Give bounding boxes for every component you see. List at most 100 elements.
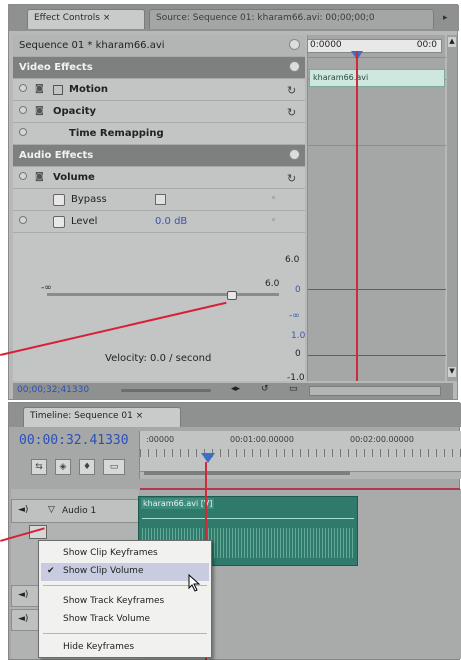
- keyframe-nav-icon[interactable]: ◦: [271, 216, 276, 226]
- ec-zoom-slider[interactable]: [121, 389, 211, 392]
- timeline-time-ruler[interactable]: :00000 00:01:00.00000 00:02:00.00000: [139, 431, 461, 479]
- menu-show-clip-volume[interactable]: ✔ Show Clip Volume: [41, 563, 209, 581]
- sequence-row: Sequence 01 * kharam66.avi: [13, 35, 305, 57]
- snap-icon[interactable]: ⇆: [31, 459, 47, 475]
- timeline-timecode[interactable]: 00:00:32.41330: [19, 433, 129, 448]
- value-zero-2: 0: [295, 349, 301, 359]
- reset-icon[interactable]: ↻: [287, 84, 296, 97]
- expand-triangle-icon[interactable]: [19, 84, 27, 92]
- value-1: 1.0: [291, 331, 306, 341]
- keyframe-context-menu: Show Clip Keyframes ✔ Show Clip Volume S…: [38, 540, 212, 658]
- value-zero: 0: [295, 285, 301, 295]
- timeline-playhead-marker-icon[interactable]: [201, 453, 215, 463]
- ec-clip-bar[interactable]: kharam66.avi: [309, 69, 445, 87]
- fx-icon[interactable]: ◙: [35, 84, 44, 94]
- stopwatch-icon[interactable]: [53, 216, 65, 228]
- level-slider-thumb[interactable]: [227, 291, 237, 300]
- collapse-triangle-icon[interactable]: [19, 172, 27, 180]
- menu-show-clip-keyframes[interactable]: Show Clip Keyframes: [41, 545, 209, 563]
- collapse-track-icon[interactable]: ▽: [48, 505, 55, 515]
- menu-show-track-volume[interactable]: Show Track Volume: [41, 611, 209, 629]
- menu-show-track-keyframes[interactable]: Show Track Keyframes: [41, 593, 209, 611]
- ec-horizontal-scrollbar[interactable]: [309, 386, 441, 396]
- sequence-marker-icon[interactable]: ▭: [103, 459, 125, 475]
- ruler-ticks: [140, 449, 461, 457]
- ec-time-value: 0:0000: [310, 40, 342, 50]
- tab-source-monitor[interactable]: Source: Sequence 01: kharam66.avi: 00;00…: [149, 9, 434, 29]
- mouse-pointer-icon: [188, 574, 201, 592]
- tab-effect-controls-label: Effect Controls: [34, 13, 100, 23]
- ec-current-timecode[interactable]: 00;00;32;41330: [17, 385, 89, 395]
- audio-effects-header: Audio Effects: [13, 145, 305, 167]
- menu-hide-keyframes[interactable]: Hide Keyframes: [41, 639, 209, 657]
- menu-item-label: Show Track Keyframes: [63, 596, 165, 606]
- close-icon[interactable]: ×: [103, 13, 111, 23]
- audio-effects-label: Audio Effects: [19, 150, 94, 161]
- filter-icon[interactable]: ▭: [289, 384, 298, 394]
- fx-icon[interactable]: ◙: [35, 172, 44, 182]
- nav-circle-icon[interactable]: [289, 39, 300, 50]
- ec-clip-name: kharam66.avi: [313, 73, 369, 82]
- level-label: Level: [71, 216, 98, 227]
- ec-vertical-scrollbar[interactable]: ▲ ▼: [447, 35, 457, 381]
- tab-effect-controls[interactable]: Effect Controls ×: [27, 9, 145, 29]
- volume-row[interactable]: ◙ Volume ↻: [13, 167, 305, 189]
- panel-menu-arrow-icon[interactable]: ▸: [443, 13, 453, 25]
- ruler-mark-0: :00000: [146, 435, 175, 444]
- motion-row[interactable]: ◙ Motion ↻: [13, 79, 305, 101]
- play-audio-icon[interactable]: ◂▸: [231, 384, 240, 394]
- velocity-label: Velocity: 0.0 / second: [105, 353, 212, 364]
- time-remapping-row[interactable]: Time Remapping: [13, 123, 305, 145]
- speaker-icon[interactable]: ◄): [18, 590, 28, 600]
- slider-min-label: -∞: [41, 283, 52, 293]
- scale-top-value: 6.0: [285, 255, 300, 265]
- collapse-triangle-icon[interactable]: [19, 216, 27, 224]
- level-slider-area: 6.0 -∞ 6.0 0 -∞ 1.0 0 Velocity: 0.0 / se…: [13, 233, 306, 383]
- motion-label: Motion: [69, 84, 109, 95]
- section-toggle-icon[interactable]: [289, 61, 300, 72]
- timeline-tab-bar: Timeline: Sequence 01 ×: [9, 403, 461, 427]
- effect-controls-tab-bar: Effect Controls × Source: Sequence 01: k…: [9, 5, 459, 31]
- time-remapping-label: Time Remapping: [69, 128, 164, 139]
- clip-volume-line[interactable]: [142, 518, 354, 519]
- level-row[interactable]: Level 0.0 dB ◦: [13, 211, 305, 233]
- ec-time-ruler[interactable]: 0:0000 00:0: [307, 39, 442, 53]
- ec-time-value-right: 00:0: [416, 40, 437, 50]
- effect-parameter-list: Sequence 01 * kharam66.avi Video Effects…: [13, 35, 306, 383]
- audio-track-header[interactable]: ◄) ▽ Audio 1: [11, 499, 139, 523]
- menu-separator: [43, 633, 207, 634]
- stopwatch-icon[interactable]: [53, 194, 65, 206]
- speaker-icon[interactable]: ◄): [18, 614, 28, 624]
- bypass-row: Bypass ◦: [13, 189, 305, 211]
- value-neg-1: -1.0: [287, 373, 305, 383]
- section-toggle-icon[interactable]: [289, 149, 300, 160]
- screenshot-stage: Effect Controls × Source: Sequence 01: k…: [0, 0, 461, 660]
- reset-icon[interactable]: ↻: [287, 106, 296, 119]
- fx-icon[interactable]: ◙: [35, 106, 44, 116]
- speaker-icon[interactable]: ◄): [18, 505, 28, 515]
- scroll-up-icon[interactable]: ▲: [448, 37, 456, 47]
- opacity-row[interactable]: ◙ Opacity ↻: [13, 101, 305, 123]
- marker-icon[interactable]: ♦: [79, 459, 95, 475]
- bypass-checkbox[interactable]: [155, 194, 166, 205]
- menu-item-label: Hide Keyframes: [63, 642, 135, 652]
- level-value[interactable]: 0.0 dB: [155, 216, 187, 227]
- menu-item-label: Show Clip Volume: [63, 566, 144, 576]
- work-area-indicator: [140, 488, 460, 490]
- set-marker-icon[interactable]: ◈: [55, 459, 71, 475]
- keyframe-nav-icon[interactable]: ◦: [271, 194, 276, 204]
- tab-timeline-sequence[interactable]: Timeline: Sequence 01 ×: [23, 407, 181, 427]
- expand-triangle-icon[interactable]: [19, 128, 27, 136]
- expand-triangle-icon[interactable]: [19, 106, 27, 114]
- value-neg-inf: -∞: [289, 311, 300, 321]
- loop-icon[interactable]: ↺: [261, 384, 269, 394]
- work-area-range[interactable]: [144, 471, 350, 475]
- menu-separator: [43, 585, 207, 586]
- scroll-down-icon[interactable]: ▼: [448, 367, 456, 377]
- ec-playhead-line: [356, 51, 358, 381]
- reset-icon[interactable]: ↻: [287, 172, 296, 185]
- level-slider-track[interactable]: [47, 293, 279, 296]
- opacity-label: Opacity: [53, 106, 97, 117]
- tab-source-label: Source: Sequence 01: kharam66.avi: 00;00…: [156, 13, 375, 23]
- close-icon[interactable]: ×: [136, 411, 144, 421]
